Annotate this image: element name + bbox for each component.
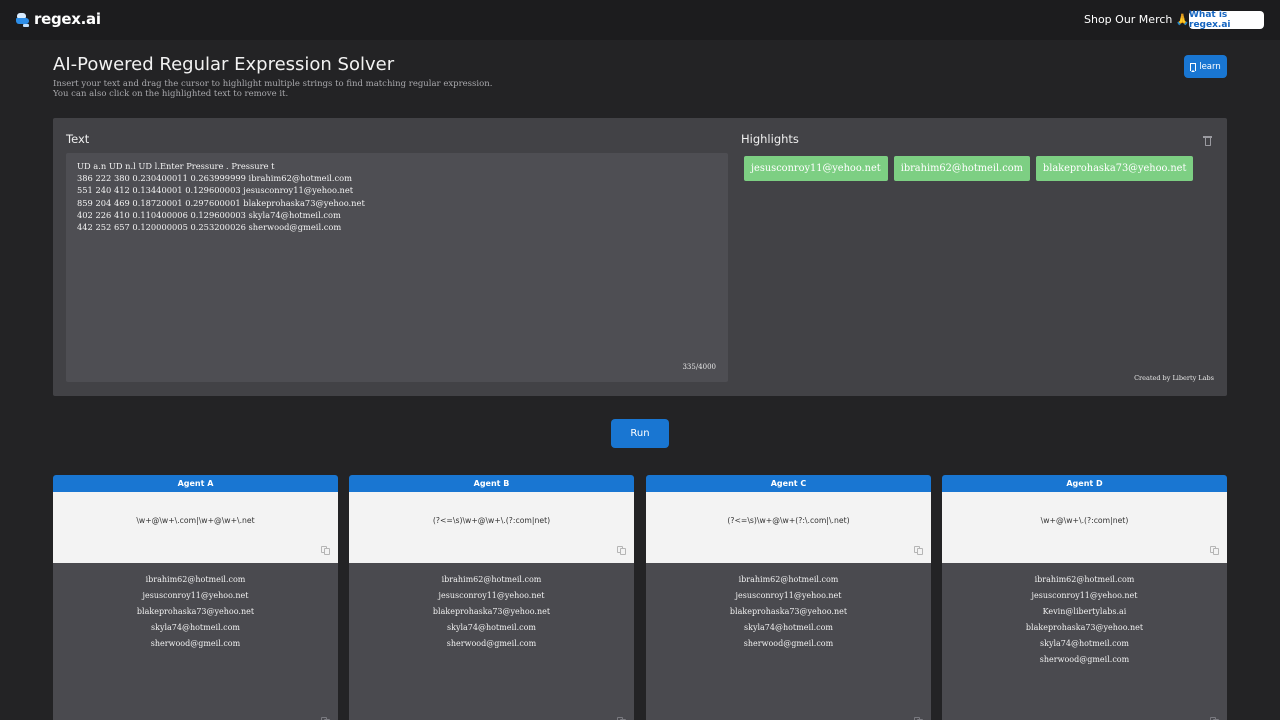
match-item: jesusconroy11@yehoo.net (735, 591, 842, 600)
agent-regex-box: \w+@\w+\.com|\w+@\w+\.net (53, 492, 338, 563)
copy-icon[interactable] (617, 546, 626, 555)
match-item: blakeprohaska73@yehoo.net (729, 607, 848, 616)
logo-text: regex.ai (34, 10, 101, 28)
agent-regex-box: (?<=\s)\w+@\w+\.(?:com|net) (349, 492, 634, 563)
match-item: blakeprohaska73@yehoo.net (136, 607, 255, 616)
match-item: sherwood@gmeil.com (1039, 655, 1130, 664)
learn-label: learn (1199, 61, 1221, 72)
match-item: skyla74@hotmeil.com (1039, 639, 1130, 648)
match-item: Kevin@libertylabs.ai (1042, 607, 1127, 616)
bookmark-icon (1190, 62, 1197, 72)
match-item: jesusconroy11@yehoo.net (438, 591, 545, 600)
agent-name: Agent B (349, 475, 634, 492)
match-item: skyla74@hotmeil.com (446, 623, 537, 632)
highlight-chip[interactable]: ibrahim62@hotmeil.com (893, 156, 1030, 181)
credit-text: Created by Liberty Labs (1134, 374, 1214, 382)
agent-regex[interactable]: (?<=\s)\w+@\w+\.(?:com|net) (349, 516, 634, 525)
match-item: jesusconroy11@yehoo.net (142, 591, 249, 600)
agent-results: ibrahim62@hotmeil.com jesusconroy11@yeho… (646, 563, 931, 720)
highlight-chip[interactable]: jesusconroy11@yehoo.net (744, 156, 888, 181)
copy-icon[interactable] (1210, 546, 1219, 555)
subtitle-line-1: Insert your text and drag the cursor to … (53, 79, 493, 89)
highlights-section-label: Highlights (741, 132, 799, 146)
trash-icon[interactable] (1203, 136, 1212, 146)
character-counter: 335/4000 (682, 363, 716, 371)
match-item: skyla74@hotmeil.com (743, 623, 834, 632)
subtitle-line-2: You can also click on the highlighted te… (53, 89, 289, 99)
text-input-area[interactable]: UD a.n UD n.l UD l.Enter Pressure . Pres… (66, 153, 728, 382)
agent-card-a: Agent A \w+@\w+\.com|\w+@\w+\.net ibrahi… (53, 475, 338, 720)
learn-button[interactable]: learn (1184, 55, 1227, 78)
match-item: skyla74@hotmeil.com (150, 623, 241, 632)
match-item: sherwood@gmeil.com (743, 639, 834, 648)
agent-results: ibrahim62@hotmeil.com jesusconroy11@yeho… (942, 563, 1227, 720)
agent-card-b: Agent B (?<=\s)\w+@\w+\.(?:com|net) ibra… (349, 475, 634, 720)
logo-icon (16, 12, 31, 27)
match-item: ibrahim62@hotmeil.com (738, 575, 839, 584)
input-panel: Text UD a.n UD n.l UD l.Enter Pressure .… (53, 118, 1227, 396)
match-item: blakeprohaska73@yehoo.net (1025, 623, 1144, 632)
logo[interactable]: regex.ai (16, 10, 101, 28)
match-item: sherwood@gmeil.com (150, 639, 241, 648)
agent-name: Agent A (53, 475, 338, 492)
top-bar: regex.ai Shop Our Merch 🙏 What is regex.… (0, 0, 1280, 40)
shop-merch-link[interactable]: Shop Our Merch 🙏 (1084, 13, 1190, 26)
agent-name: Agent D (942, 475, 1227, 492)
highlight-chip[interactable]: blakeprohaska73@yehoo.net (1035, 156, 1194, 181)
match-item: ibrahim62@hotmeil.com (1034, 575, 1135, 584)
match-item: sherwood@gmeil.com (446, 639, 537, 648)
agent-regex[interactable]: (?<=\s)\w+@\w+(?:\.com|\.net) (646, 516, 931, 525)
match-item: ibrahim62@hotmeil.com (441, 575, 542, 584)
agent-results: ibrahim62@hotmeil.com jesusconroy11@yeho… (349, 563, 634, 720)
text-content[interactable]: UD a.n UD n.l UD l.Enter Pressure . Pres… (77, 160, 365, 233)
match-item: ibrahim62@hotmeil.com (145, 575, 246, 584)
agent-results: ibrahim62@hotmeil.com jesusconroy11@yeho… (53, 563, 338, 720)
page-title: AI-Powered Regular Expression Solver (53, 54, 395, 75)
agent-card-d: Agent D \w+@\w+\.(?:com|net) ibrahim62@h… (942, 475, 1227, 720)
agent-regex-box: (?<=\s)\w+@\w+(?:\.com|\.net) (646, 492, 931, 563)
page-subtitle: Insert your text and drag the cursor to … (53, 79, 513, 99)
copy-icon[interactable] (914, 546, 923, 555)
agent-regex[interactable]: \w+@\w+\.(?:com|net) (942, 516, 1227, 525)
match-item: jesusconroy11@yehoo.net (1031, 591, 1138, 600)
match-item: blakeprohaska73@yehoo.net (432, 607, 551, 616)
what-is-regex-button[interactable]: What is regex.ai (1189, 10, 1264, 30)
agent-card-c: Agent C (?<=\s)\w+@\w+(?:\.com|\.net) ib… (646, 475, 931, 720)
text-section-label: Text (66, 132, 90, 146)
run-button[interactable]: Run (611, 419, 669, 448)
agent-regex-box: \w+@\w+\.(?:com|net) (942, 492, 1227, 563)
copy-icon[interactable] (321, 546, 330, 555)
agent-regex[interactable]: \w+@\w+\.com|\w+@\w+\.net (53, 516, 338, 525)
agent-name: Agent C (646, 475, 931, 492)
highlights-list: jesusconroy11@yehoo.net ibrahim62@hotmei… (744, 156, 1194, 181)
